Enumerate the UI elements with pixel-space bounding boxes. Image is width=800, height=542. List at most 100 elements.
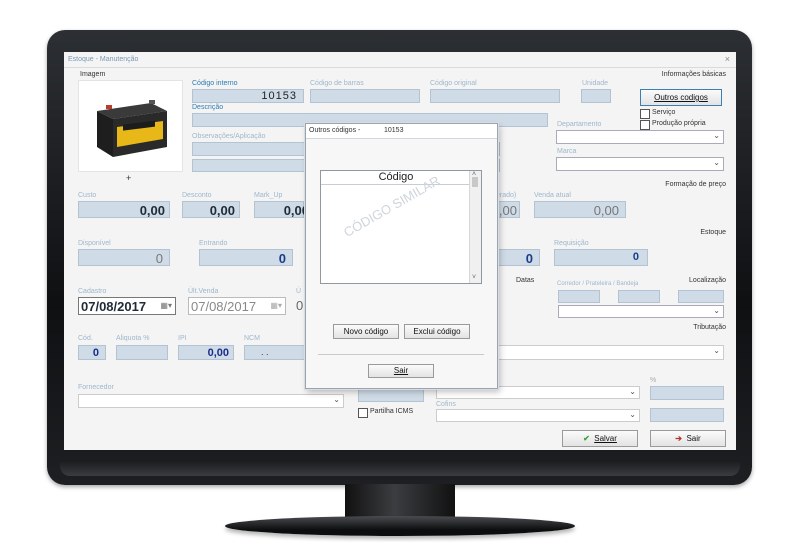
- cod-label: Cód.: [78, 335, 93, 342]
- aisle-field[interactable]: [558, 290, 600, 303]
- cut-value: 0: [296, 298, 304, 313]
- available-label: Disponível: [78, 240, 111, 247]
- cod-field[interactable]: 0: [78, 345, 106, 360]
- image-label: Imagem: [80, 71, 106, 78]
- delete-code-button[interactable]: Exclui código: [404, 324, 470, 339]
- brand-label: Marca: [557, 148, 577, 155]
- notes-label: Observações/Aplicação: [192, 133, 266, 140]
- dates-section: Datas: [516, 277, 535, 284]
- generated-field[interactable]: ,00: [496, 201, 520, 218]
- last-sale-date[interactable]: 07/08/2017 ▦▾: [188, 297, 286, 315]
- cofins-label: Cofins: [436, 401, 456, 408]
- codes-list[interactable]: Código ˄ ˅ CÓDIGO SIMILAR: [320, 170, 482, 284]
- original-code-field[interactable]: [430, 89, 560, 103]
- chevron-down-icon: ⌄: [629, 387, 636, 396]
- dialog-title-bar: Outros códigos - 10153: [306, 124, 497, 139]
- original-code-label: Código original: [430, 80, 477, 87]
- current-sale-label: Venda atual: [534, 192, 571, 199]
- aliquota-field[interactable]: [116, 345, 168, 360]
- product-image: [78, 80, 183, 172]
- current-sale-field[interactable]: 0,00: [534, 201, 626, 218]
- last-sale-label: Últ.Venda: [188, 288, 219, 295]
- title-divider: [64, 67, 736, 68]
- calendar-icon: ▦▾: [160, 301, 172, 310]
- new-code-button[interactable]: Novo código: [333, 324, 399, 339]
- pricing-section: Formação de preço: [665, 181, 726, 188]
- discount-field[interactable]: 0,00: [182, 201, 240, 218]
- monitor-stand-neck: [345, 484, 455, 520]
- ipi-field[interactable]: 0,00: [178, 345, 234, 360]
- partilha-checkbox[interactable]: [358, 408, 368, 418]
- own-production-checkbox[interactable]: [640, 120, 650, 130]
- cut-label: Ú: [296, 288, 302, 295]
- scroll-thumb: [472, 177, 478, 187]
- unit-field[interactable]: [581, 89, 611, 103]
- percent-field-2[interactable]: [650, 408, 724, 422]
- aliquota-label: Aliquota %: [116, 335, 150, 342]
- partilha-label: Partilha ICMS: [370, 408, 414, 415]
- tax-section: Tributação: [693, 324, 726, 331]
- ncm-field[interactable]: . .: [244, 345, 306, 360]
- discount-label: Desconto: [182, 192, 212, 199]
- barcode-label: Código de barras: [310, 80, 364, 87]
- partilha-field[interactable]: [358, 388, 424, 402]
- other-codes-dialog: Outros códigos - 10153 Código ˄ ˅ CÓDIGO…: [305, 123, 498, 389]
- available-field[interactable]: 0: [78, 249, 170, 266]
- incoming-field[interactable]: 0: [199, 249, 293, 266]
- tray-field[interactable]: [678, 290, 724, 303]
- cost-field[interactable]: 0,00: [78, 201, 170, 218]
- ipi-label: IPI: [178, 335, 187, 342]
- incoming-label: Entrando: [199, 240, 228, 247]
- markup-field[interactable]: 0,00: [254, 201, 309, 218]
- service-checkbox[interactable]: [640, 109, 650, 119]
- exit-button[interactable]: ➔ Sair: [650, 430, 726, 447]
- supplier-select[interactable]: ⌄: [78, 394, 344, 408]
- supplier-label: Fornecedor: [78, 384, 114, 391]
- barcode-field[interactable]: [310, 89, 420, 103]
- add-image-icon[interactable]: +: [126, 173, 131, 183]
- markup-label: Mark_Up: [254, 192, 283, 199]
- chevron-down-icon: ⌄: [333, 395, 340, 404]
- cofins-select[interactable]: ⌄: [436, 409, 640, 422]
- chevron-down-icon: ⌄: [713, 346, 720, 355]
- save-button[interactable]: ✔ Salvar: [562, 430, 638, 447]
- location-select[interactable]: ⌄: [558, 305, 724, 318]
- location-section: Localização: [689, 277, 726, 284]
- chevron-down-icon: ⌄: [713, 306, 720, 315]
- calendar-icon: ▦▾: [270, 301, 282, 310]
- registration-label: Cadastro: [78, 288, 107, 295]
- aisle-shelf-tray-label: Corredor / Prateleira / Bandeja: [557, 281, 639, 287]
- percent-field-1[interactable]: [650, 386, 724, 400]
- internal-code-field[interactable]: 10153: [192, 89, 304, 103]
- department-select[interactable]: ⌄: [556, 130, 724, 144]
- chevron-down-icon: ⌄: [713, 158, 720, 167]
- monitor-chin: [60, 460, 740, 476]
- dialog-divider: [318, 354, 484, 355]
- brand-select[interactable]: ⌄: [556, 157, 724, 171]
- chevron-down-icon: ⌄: [713, 131, 720, 140]
- percent-label: %: [650, 377, 657, 384]
- department-label: Departamento: [557, 121, 602, 128]
- ncm-label: NCM: [244, 335, 260, 342]
- shelf-field[interactable]: [618, 290, 660, 303]
- tax-select[interactable]: ⌄: [496, 345, 724, 360]
- app-window: Estoque - Manutenção × Imagem + Informaç…: [64, 52, 736, 450]
- own-production-label: Produção própria: [652, 120, 706, 127]
- dialog-exit-button[interactable]: Sair: [368, 364, 434, 378]
- dialog-code: 10153: [384, 127, 404, 134]
- requisition-label: Requisição: [554, 240, 589, 247]
- dialog-title: Outros códigos -: [309, 127, 361, 134]
- requisition-field[interactable]: 0: [554, 249, 648, 266]
- close-icon[interactable]: ×: [725, 54, 730, 64]
- description-label: Descrição: [192, 104, 224, 111]
- window-title: Estoque - Manutenção: [68, 56, 139, 63]
- unit-label: Unidade: [582, 80, 609, 87]
- scroll-down-icon: ˅: [472, 274, 477, 281]
- cost-label: Custo: [78, 192, 97, 199]
- code-column-header[interactable]: Código: [321, 171, 471, 185]
- list-scrollbar[interactable]: ˄ ˅: [469, 171, 481, 283]
- registration-date[interactable]: 07/08/2017 ▦▾: [78, 297, 176, 315]
- other-codes-button[interactable]: Outros codigos: [640, 89, 722, 106]
- exit-icon: ➔: [675, 434, 682, 443]
- stock-right-field[interactable]: 0: [496, 249, 540, 266]
